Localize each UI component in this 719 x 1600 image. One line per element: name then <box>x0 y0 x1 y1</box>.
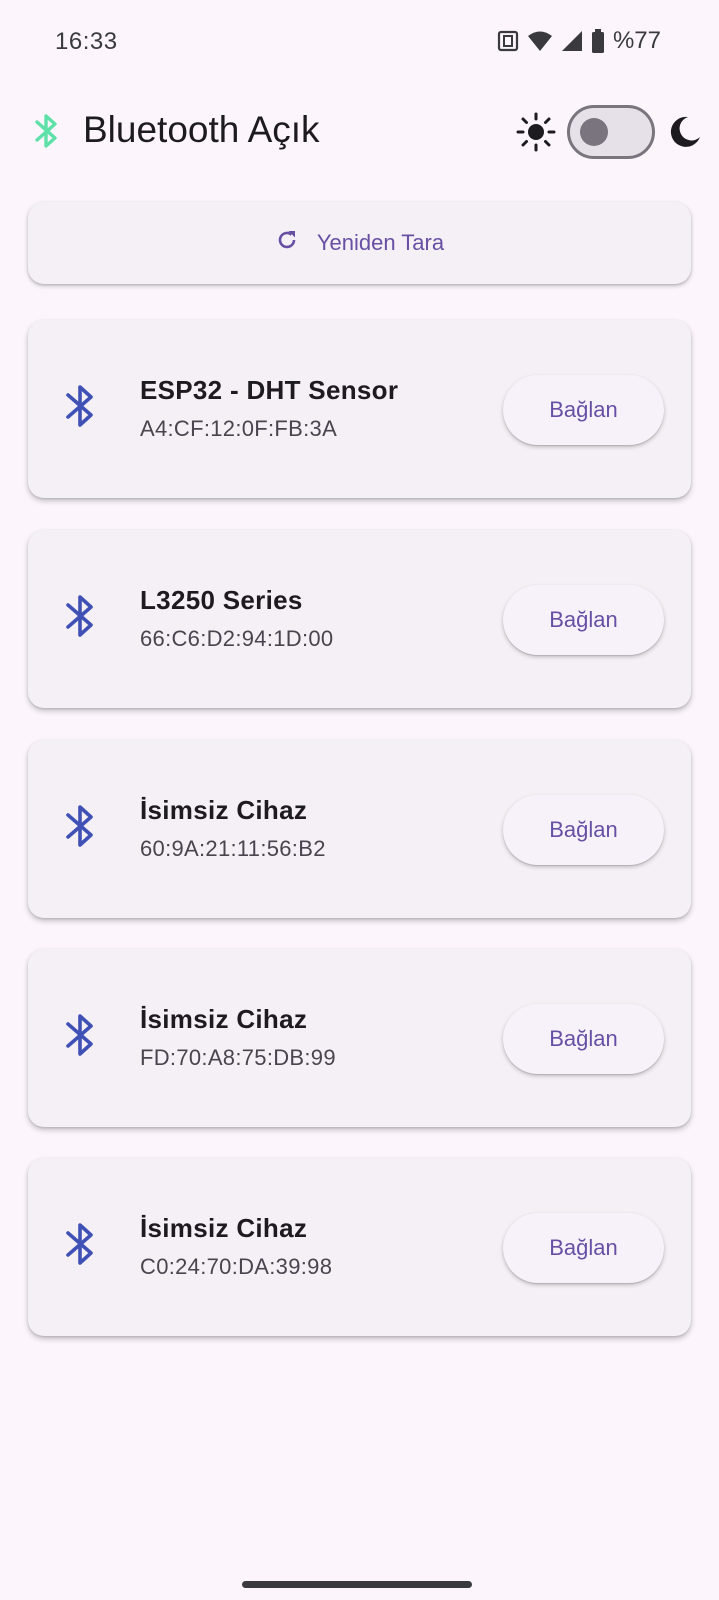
connect-button[interactable]: Bağlan <box>503 1213 664 1283</box>
device-card: İsimsiz Cihaz 60:9A:21:11:56:B2 Bağlan <box>28 740 691 918</box>
battery-percent: %77 <box>612 27 661 54</box>
rescan-label: Yeniden Tara <box>316 230 445 255</box>
device-address: A4:CF:12:0F:FB:3A <box>140 416 338 441</box>
rescan-button[interactable]: Yeniden Tara <box>28 202 691 284</box>
wifi-icon <box>527 30 553 52</box>
connect-button[interactable]: Bağlan <box>503 795 664 865</box>
device-name: L3250 Series <box>140 585 303 615</box>
device-name: İsimsiz Cihaz <box>140 1213 308 1243</box>
page-title: Bluetooth Açık <box>83 109 320 150</box>
device-card: İsimsiz Cihaz C0:24:70:DA:39:98 Bağlan <box>28 1158 691 1336</box>
device-address: 60:9A:21:11:56:B2 <box>140 836 326 861</box>
bluetooth-icon <box>33 111 61 156</box>
theme-toggle-switch[interactable] <box>567 105 655 159</box>
bluetooth-icon <box>65 802 95 855</box>
connect-button[interactable]: Bağlan <box>503 585 664 655</box>
status-icons: %77 <box>497 26 661 56</box>
status-bar: 16:33 %77 <box>0 0 719 84</box>
app-bar: Bluetooth Açık <box>0 95 719 169</box>
device-card: L3250 Series 66:C6:D2:94:1D:00 Bağlan <box>28 530 691 708</box>
connect-button[interactable]: Bağlan <box>503 375 664 445</box>
device-card: İsimsiz Cihaz FD:70:A8:75:DB:99 Bağlan <box>28 949 691 1127</box>
moon-icon <box>668 115 702 154</box>
home-indicator[interactable] <box>242 1581 472 1588</box>
device-name: İsimsiz Cihaz <box>140 795 308 825</box>
refresh-icon <box>275 228 299 258</box>
bluetooth-icon <box>65 1011 95 1064</box>
device-address: 66:C6:D2:94:1D:00 <box>140 626 334 651</box>
bluetooth-icon <box>65 1220 95 1273</box>
nfc-icon <box>497 30 519 52</box>
device-address: FD:70:A8:75:DB:99 <box>140 1045 336 1070</box>
device-name: İsimsiz Cihaz <box>140 1004 308 1034</box>
cell-signal-icon <box>561 30 583 52</box>
device-card: ESP32 - DHT Sensor A4:CF:12:0F:FB:3A Bağ… <box>28 320 691 498</box>
bluetooth-icon <box>65 592 95 645</box>
switch-thumb <box>580 118 608 146</box>
device-name: ESP32 - DHT Sensor <box>140 375 399 405</box>
status-time: 16:33 <box>55 28 118 55</box>
connect-button[interactable]: Bağlan <box>503 1004 664 1074</box>
bluetooth-icon <box>65 382 95 435</box>
battery-icon <box>591 29 605 53</box>
device-address: C0:24:70:DA:39:98 <box>140 1254 333 1279</box>
sun-icon <box>516 112 556 157</box>
